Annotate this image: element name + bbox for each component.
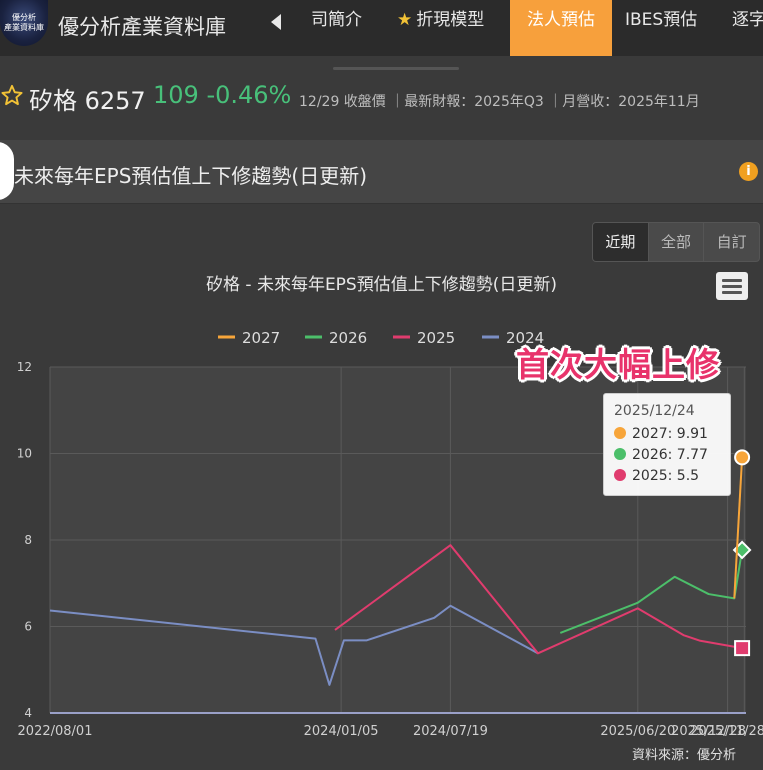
x-tick-label: 2025/12/28 xyxy=(671,724,746,739)
data-source: 資料來源：優分析 xyxy=(632,748,737,763)
legend-label-2025: 2025 xyxy=(417,329,455,347)
series-marker-2027 xyxy=(734,449,751,466)
y-tick-label: 10 xyxy=(17,447,32,461)
tooltip-value: 2026: 7.77 xyxy=(632,447,708,463)
legend-label-2026: 2026 xyxy=(329,329,367,347)
y-tick-label: 8 xyxy=(24,533,32,547)
tooltip-date: 2025/12/24 xyxy=(614,403,695,419)
tooltip-value: 2027: 9.91 xyxy=(632,426,708,442)
tooltip-dot xyxy=(614,427,626,439)
tooltip-row-2026: 2026: 7.77 xyxy=(614,447,708,463)
x-tick-label: 2024/07/19 xyxy=(413,724,488,739)
x-tick-label: 2022/08/01 xyxy=(18,724,93,739)
y-tick-label: 6 xyxy=(24,620,32,634)
x-tick-label: 2025/06/20 xyxy=(600,724,675,739)
annotation-first-major-upgrade: 首次大幅上修 xyxy=(516,345,720,384)
tooltip-row-2025: 2025: 5.5 xyxy=(614,468,699,484)
tooltip-value: 2025: 5.5 xyxy=(632,468,700,484)
x-tick-label: 2024/01/05 xyxy=(304,724,379,739)
y-tick-label: 4 xyxy=(24,706,32,720)
tooltip-row-2027: 2027: 9.91 xyxy=(614,426,708,442)
chart-tooltip: 2025/12/24 2027: 9.91 2026: 7.77 2025: 5… xyxy=(603,393,731,496)
tooltip-dot xyxy=(614,469,626,481)
series-marker-2025 xyxy=(734,640,751,657)
y-tick-label: 12 xyxy=(17,360,32,374)
tooltip-dot xyxy=(614,448,626,460)
chart-legend: 2027 2026 2025 2024 xyxy=(218,329,544,347)
legend-label-2027: 2027 xyxy=(242,329,280,347)
